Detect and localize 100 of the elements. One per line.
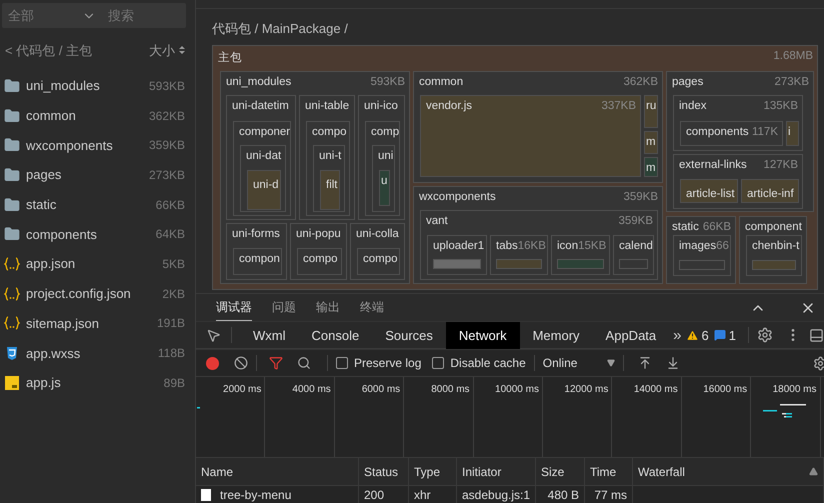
settings-icon[interactable] xyxy=(757,327,773,343)
treemap-tile[interactable]: componer uni-dat uni-d xyxy=(233,121,291,216)
column-header[interactable]: Name xyxy=(196,458,359,486)
dock-icon[interactable] xyxy=(809,328,824,342)
message-count[interactable]: 1 xyxy=(728,328,736,342)
column-header[interactable]: Time xyxy=(585,458,633,486)
record-icon[interactable] xyxy=(206,356,219,370)
timeline-tick: 10000 ms xyxy=(474,377,543,457)
checkbox[interactable] xyxy=(336,357,348,369)
file-name: pages xyxy=(26,167,62,182)
timeline-tick: 12000 ms xyxy=(542,377,612,457)
treemap-tile[interactable]: calend xyxy=(613,235,654,275)
file-row[interactable]: uni_modules 593KB xyxy=(0,71,195,101)
file-row[interactable]: common 362KB xyxy=(0,100,195,130)
file-row[interactable]: static 66KB xyxy=(0,190,195,220)
treemap-tile[interactable]: uni-popu compo xyxy=(290,223,347,280)
throttle-dropdown[interactable]: Online xyxy=(542,356,615,370)
column-header[interactable]: Initiator xyxy=(457,458,536,486)
treemap-tile[interactable]: icon15KB xyxy=(551,235,610,275)
warning-count[interactable]: 6 xyxy=(702,328,709,342)
file-row[interactable]: components 64KB xyxy=(0,219,195,250)
treemap-tile[interactable]: uploader1 xyxy=(427,235,487,275)
tool-tab[interactable]: Console xyxy=(298,322,372,348)
treemap-tile[interactable]: uni-t filt xyxy=(313,145,345,212)
column-header[interactable]: Size xyxy=(536,458,585,486)
breadcrumb-link[interactable]: < 代码包 / 主包 xyxy=(5,42,92,60)
treemap-tile[interactable]: component chenbin-t xyxy=(739,216,807,284)
treemap-tile[interactable]: uni-dat uni-d xyxy=(240,145,286,212)
tile-label: uni-table xyxy=(305,100,350,112)
file-row[interactable]: app.json 5KB xyxy=(0,249,195,279)
tile-label: m xyxy=(646,162,656,174)
file-row[interactable]: sitemap.json 191B xyxy=(0,308,195,338)
treemap-tile[interactable]: ru xyxy=(644,95,658,128)
treemap-tile[interactable]: uni-d xyxy=(247,170,281,210)
panel-tab[interactable]: 终端 xyxy=(360,293,384,322)
treemap-tile[interactable]: m xyxy=(644,131,658,154)
treemap-tile[interactable]: comp uni u xyxy=(365,121,400,216)
treemap-tile[interactable]: uni_modules 593KB uni-datetim componer uni-dat uni-d uni-table compo uni-t filt uni-ico comp uni u uni-forms compon uni-popu compo uni-colla compo xyxy=(220,71,410,284)
treemap-tile[interactable]: compo xyxy=(357,248,400,275)
tool-tab[interactable]: Wxml xyxy=(240,322,298,348)
inspect-icon[interactable] xyxy=(206,328,221,342)
folder-icon xyxy=(4,226,20,242)
treemap-tile[interactable]: uni-datetim componer uni-dat uni-d xyxy=(226,95,296,220)
treemap-tile[interactable]: article-list xyxy=(680,179,738,203)
tool-tab[interactable]: Memory xyxy=(520,322,593,348)
treemap-tile[interactable]: uni-forms compon xyxy=(226,223,287,280)
file-size: 191B xyxy=(156,316,185,330)
more-tabs-button[interactable]: » xyxy=(673,326,682,344)
search-field[interactable]: 搜索 xyxy=(106,7,176,24)
treemap-tile[interactable]: images66 xyxy=(673,235,731,276)
download-icon[interactable] xyxy=(666,356,680,370)
treemap-tile[interactable]: vendor.js 337KB xyxy=(420,95,641,177)
tool-tab[interactable]: Network xyxy=(446,322,520,348)
treemap-tile[interactable]: uni-colla compo xyxy=(350,223,405,280)
sort-toggle[interactable]: 大小 xyxy=(149,42,186,60)
treemap-tile[interactable]: article-inf xyxy=(741,179,799,203)
panel-tab[interactable]: 输出 xyxy=(316,293,340,322)
treemap-tile[interactable]: m xyxy=(644,157,658,177)
tool-tab[interactable]: AppData xyxy=(592,322,670,348)
treemap-tile[interactable]: compo xyxy=(297,248,342,275)
file-name: uni_modules xyxy=(26,78,101,94)
tile-label: icon15KB xyxy=(557,240,606,252)
treemap-tile[interactable]: uni u xyxy=(372,145,395,212)
treemap-tile[interactable]: index 135KB components 117K i xyxy=(673,95,803,151)
file-row[interactable]: app.js 89B xyxy=(0,368,195,398)
tool-tab[interactable]: Sources xyxy=(372,322,446,348)
settings-icon[interactable] xyxy=(813,356,824,370)
file-row[interactable]: app.wxss 118B xyxy=(0,338,195,368)
treemap-tile[interactable]: i xyxy=(786,121,799,146)
treemap-tile[interactable]: wxcomponents 359KB vant 359KB uploader1 tabs16KB icon15KB calend xyxy=(413,186,663,284)
upload-icon[interactable] xyxy=(638,356,652,370)
treemap-tile[interactable]: compon xyxy=(233,248,282,275)
treemap-tile[interactable]: components 117K xyxy=(680,121,783,146)
file-name: static xyxy=(26,197,58,212)
treemap-tile[interactable]: vant 359KB uploader1 tabs16KB icon15KB calend xyxy=(420,210,658,280)
treemap-tile[interactable]: u xyxy=(379,170,390,206)
filter-icon[interactable] xyxy=(269,356,283,370)
treemap-tile[interactable]: chenbin-t xyxy=(746,235,802,276)
panel-tab[interactable]: 问题 xyxy=(272,293,296,322)
file-row[interactable]: pages 273KB xyxy=(0,160,195,190)
tile-label: ru xyxy=(646,100,656,112)
checkbox[interactable] xyxy=(432,357,444,369)
clear-icon[interactable] xyxy=(234,356,248,370)
file-size: 118B xyxy=(158,346,185,360)
treemap-tile[interactable]: uni-table compo uni-t filt xyxy=(299,95,355,220)
file-row[interactable]: wxcomponents 359KB xyxy=(0,130,195,160)
treemap-tile[interactable]: static 66KB images66 xyxy=(666,216,736,284)
file-row[interactable]: project.config.json 2KB xyxy=(0,278,195,308)
search-icon[interactable] xyxy=(297,356,311,370)
treemap-tile[interactable]: uni-ico comp uni u xyxy=(358,95,405,220)
column-header[interactable]: Status xyxy=(359,458,409,486)
column-header[interactable]: Type xyxy=(409,458,457,486)
treemap-tile[interactable]: filt xyxy=(320,170,340,210)
treemap-tile[interactable] xyxy=(212,45,818,290)
tile-label: wxcomponents xyxy=(419,191,496,203)
table-cell: 480 B xyxy=(536,486,585,503)
column-header[interactable]: Waterfall xyxy=(633,458,824,486)
treemap-tile[interactable]: tabs16KB xyxy=(490,235,548,275)
tile-label: vant xyxy=(426,215,448,227)
treemap-tile[interactable]: compo uni-t filt xyxy=(306,121,350,216)
